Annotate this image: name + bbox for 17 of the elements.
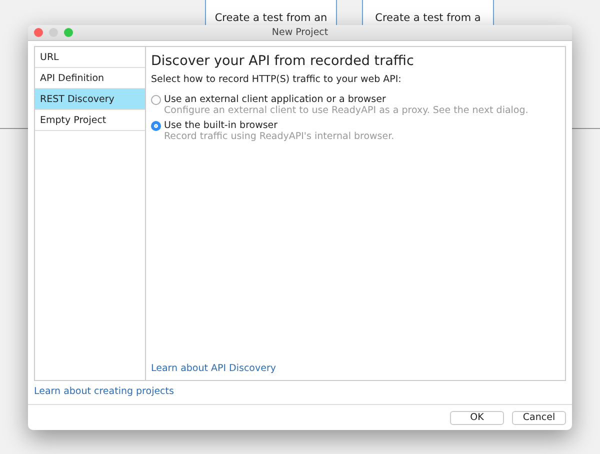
minimize-button[interactable] <box>49 28 58 37</box>
dialog-button[interactable]: Cancel <box>512 410 566 424</box>
help-link[interactable]: Learn about creating projects <box>34 386 174 397</box>
sidebar-item[interactable]: REST Discovery <box>35 89 145 110</box>
heading: Discover your API from recorded traffic <box>151 53 415 69</box>
discovery-link[interactable]: Learn about API Discovery <box>151 363 559 374</box>
dialog-button[interactable]: OK <box>450 410 504 424</box>
option-label[interactable]: Use the built-in browser <box>164 120 394 131</box>
close-button[interactable] <box>34 28 43 37</box>
radio-button[interactable] <box>151 121 161 131</box>
option-description: Record traffic using ReadyAPI's internal browser. <box>164 131 394 142</box>
zoom-button[interactable] <box>64 28 73 37</box>
prompt-text: Select how to record HTTP(S) traffic to your web API: <box>151 74 402 85</box>
window-title: New Project <box>272 27 328 38</box>
radio-button[interactable] <box>151 95 161 105</box>
option-description: Configure an external client to use ReadyAPI as a proxy. See the next dialog. <box>164 105 528 116</box>
option-label[interactable]: Use an external client application or a browser <box>164 94 528 105</box>
